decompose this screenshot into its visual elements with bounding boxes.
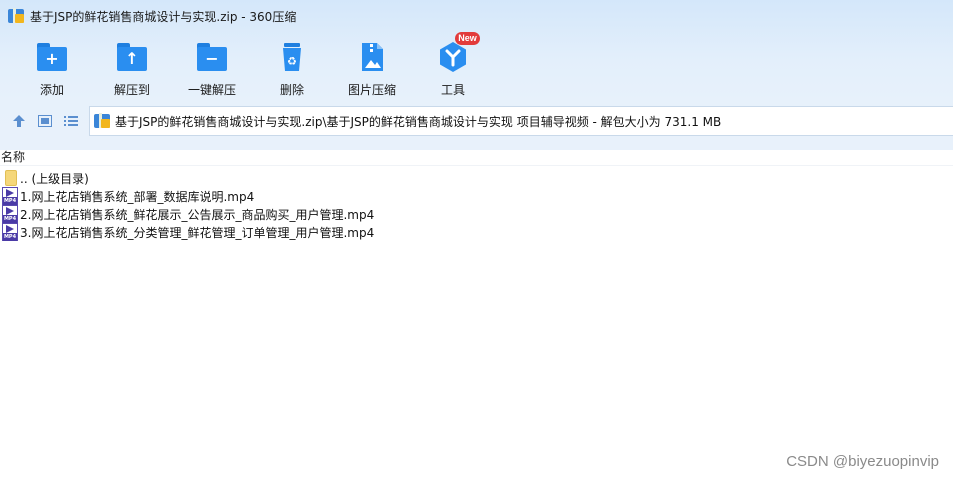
archive-icon <box>94 113 110 129</box>
one-click-extract-button-label: 一键解压 <box>187 83 236 97</box>
svg-text:♻: ♻ <box>287 55 297 68</box>
video-file-icon: MP4 <box>0 205 18 223</box>
delete-icon: ♻ <box>275 40 309 74</box>
one-click-extract-icon: − <box>195 40 229 74</box>
file-name: .. (上级目录) <box>20 171 89 186</box>
video-file-icon: MP4 <box>0 187 18 205</box>
list-view-button[interactable] <box>62 112 80 130</box>
archive-icon <box>8 8 24 24</box>
new-badge: New <box>455 32 480 45</box>
file-name: 3.网上花店销售系统_分类管理_鲜花管理_订单管理_用户管理.mp4 <box>20 225 375 240</box>
delete-button-label: 删除 <box>279 83 304 97</box>
address-row: 基于JSP的鲜花销售商城设计与实现.zip\基于JSP的鲜花销售商城设计与实现 … <box>0 106 953 136</box>
file-name: 2.网上花店销售系统_鲜花展示_公告展示_商品购买_用户管理.mp4 <box>20 207 375 222</box>
tools-button-label: 工具 <box>440 83 465 97</box>
title-bar: 基于JSP的鲜花销售商城设计与实现.zip - 360压缩 <box>0 0 953 32</box>
list-item[interactable]: MP4 1.网上花店销售系统_部署_数据库说明.mp4 <box>0 187 254 205</box>
tools-button[interactable]: 工具 <box>413 36 493 98</box>
delete-button[interactable]: ♻ 删除 <box>252 36 332 98</box>
window-title: 基于JSP的鲜花销售商城设计与实现.zip - 360压缩 <box>30 9 297 24</box>
address-bar[interactable]: 基于JSP的鲜花销售商城设计与实现.zip\基于JSP的鲜花销售商城设计与实现 … <box>89 106 953 136</box>
list-item[interactable]: MP4 2.网上花店销售系统_鲜花展示_公告展示_商品购买_用户管理.mp4 <box>0 205 374 223</box>
add-button[interactable]: + 添加 <box>12 36 92 98</box>
file-name: 1.网上花店销售系统_部署_数据库说明.mp4 <box>20 189 255 204</box>
image-compress-button-label: 图片压缩 <box>347 83 396 97</box>
add-folder-icon: + <box>35 40 69 74</box>
column-header-name[interactable]: 名称 <box>0 148 25 164</box>
up-level-button[interactable] <box>10 112 28 130</box>
list-item[interactable]: MP4 3.网上花店销售系统_分类管理_鲜花管理_订单管理_用户管理.mp4 <box>0 223 374 241</box>
header-divider <box>0 165 953 166</box>
tools-icon <box>436 40 470 74</box>
one-click-extract-button[interactable]: − 一键解压 <box>172 36 252 98</box>
image-compress-icon <box>355 40 389 74</box>
folder-icon <box>0 169 18 187</box>
watermark: CSDN @biyezuopinvip <box>786 453 939 470</box>
list-view-icon <box>64 116 78 126</box>
image-compress-button[interactable]: 图片压缩 <box>332 36 412 98</box>
video-file-icon: MP4 <box>0 223 18 241</box>
up-arrow-icon <box>13 115 25 127</box>
thumbnail-view-icon <box>38 115 52 127</box>
extract-to-icon: ↑ <box>115 40 149 74</box>
add-button-label: 添加 <box>39 83 64 97</box>
extract-to-button-label: 解压到 <box>113 83 150 97</box>
address-path: 基于JSP的鲜花销售商城设计与实现.zip\基于JSP的鲜花销售商城设计与实现 … <box>115 114 722 129</box>
list-item-parent-folder[interactable]: .. (上级目录) <box>0 169 89 187</box>
extract-to-button[interactable]: ↑ 解压到 <box>92 36 172 98</box>
thumbnail-view-button[interactable] <box>36 112 54 130</box>
